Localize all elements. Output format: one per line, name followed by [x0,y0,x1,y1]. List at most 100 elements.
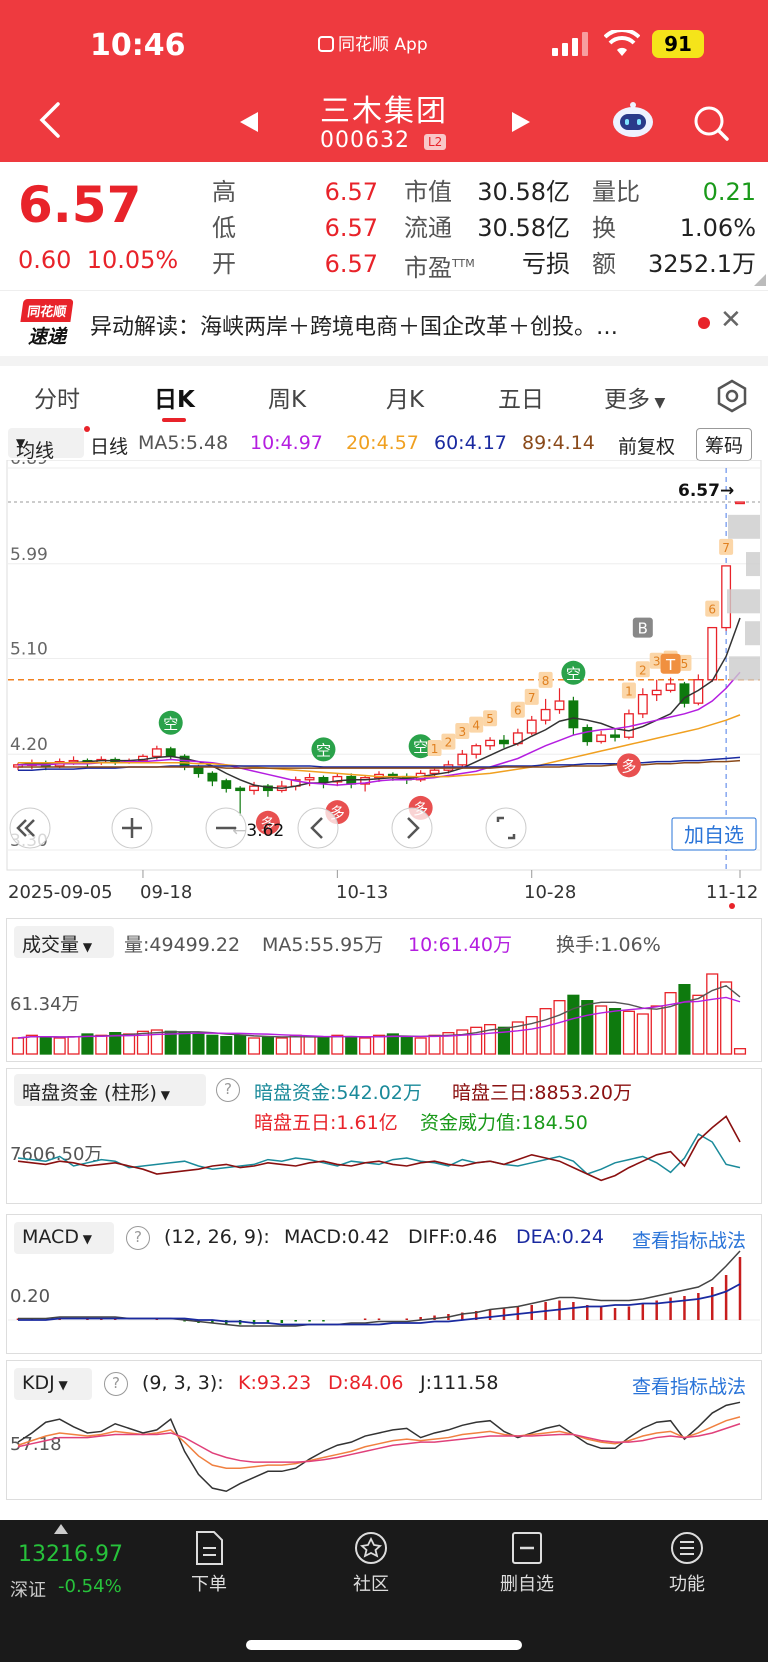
marker-label: 空 [566,665,581,683]
nav-community[interactable]: 社区 [326,1530,416,1596]
expand-corner-icon[interactable] [754,274,766,286]
volume-bar-up [53,1037,66,1055]
volume-bar-down [178,1032,191,1055]
volume-bar-up [650,1005,663,1055]
candle-up [554,700,565,711]
nav-order-label: 下单 [191,1574,227,1595]
kline-markers: 空空空空多多多多123456781234567BT6.57→←3.62 [158,481,760,841]
candle-down [568,700,579,729]
caret-down-icon: ▼ [16,436,26,450]
volume-bar-down [317,1037,330,1055]
float-value: 30.58亿 [477,214,570,242]
news-logo: 同花顺 速递 [20,299,74,348]
tab-five-day[interactable]: 五日 [498,380,544,414]
volume-bar-up [664,992,677,1055]
count-label: 2 [445,736,453,750]
volume-bar-up [289,1034,302,1055]
candle-down [610,734,620,738]
period-label: 日线 [90,436,129,458]
marker-label: 多 [621,757,636,775]
mktcap-value: 30.58亿 [477,178,570,206]
macd-dea-line [18,1283,741,1326]
marker-label: 空 [163,715,178,733]
current-price: 6.57 [18,176,142,234]
x-tick-label: 09-18 [140,882,192,903]
volume-bar-down [400,1036,413,1055]
chips-button[interactable]: 筹码 [696,428,753,461]
count-label: 5 [681,657,689,671]
kdj-selector-label[interactable]: KDJ ▼ [22,1372,68,1394]
search-icon[interactable] [692,104,730,142]
prev-stock-icon[interactable] [238,110,260,134]
scroll-left-button[interactable] [9,807,51,849]
volume-bar-up [733,1048,747,1055]
zoom-in-button[interactable] [111,807,153,849]
nav-remove-watch[interactable]: 删自选 [482,1530,572,1596]
candle-up [526,719,537,734]
zoom-out-button[interactable] [205,807,247,849]
news-text[interactable]: 异动解读：海峡两岸＋跨境电商＋国企改革＋创投。… [90,309,618,341]
volratio-value: 0.21 [702,178,756,206]
turnover-value: 1.06% [679,214,756,242]
volume-ma10: 10:61.40万 [408,934,512,956]
volume-bar-up [692,994,705,1055]
close-icon[interactable]: ✕ [720,305,742,335]
ma5-value: MA5:5.48 [138,432,229,454]
quote-label-col-3: 量比 换 额 [592,174,640,282]
home-indicator [246,1640,522,1650]
caret-down-icon: ▼ [54,1378,68,1392]
index-value[interactable]: 13216.97 [18,1542,123,1567]
macd-strategy-link[interactable]: 查看指标战法 [632,1226,746,1253]
count-label: 4 [472,719,480,733]
volume-bar-down [220,1036,233,1055]
turnover-label: 换 [592,214,616,242]
candle-up [429,769,440,775]
tab-more[interactable]: 更多 ▼ [604,380,665,414]
news-banner[interactable]: 同花顺 速递 异动解读：海峡两岸＋跨境电商＋国企改革＋创投。… ✕ [0,290,768,356]
volume-bar-up [622,1010,635,1055]
count-label: 1 [431,742,439,756]
nav-order[interactable]: 下单 [164,1530,254,1596]
nav-functions[interactable]: 功能 [642,1530,732,1596]
volume-bar-up [95,1034,108,1055]
tab-intraday[interactable]: 分时 [34,380,80,414]
kdj-strategy-link[interactable]: 查看指标战法 [632,1372,746,1399]
l2-badge[interactable]: L2 [424,134,447,150]
help-icon[interactable]: ? [104,1372,128,1396]
candle-up [665,683,676,692]
macd-selector-label[interactable]: MACD ▼ [22,1226,92,1248]
help-icon[interactable]: ? [216,1078,240,1102]
tab-daily-k[interactable]: 日K [154,380,195,414]
app-logo-icon [318,36,334,52]
volume-bar-up [67,1036,80,1055]
add-watchlist-button[interactable]: 加自选 [671,817,757,851]
settings-icon[interactable] [714,378,750,414]
count-label: 3 [458,725,466,739]
float-label: 流通 [404,214,452,242]
quote-label-col-1: 高 低 开 [212,174,236,282]
volume-bar-down [39,1036,52,1055]
fullscreen-button[interactable] [485,807,527,849]
volume-selector-text: 成交量 [22,934,80,956]
volume-bar-down [567,994,580,1055]
step-left-button[interactable] [297,807,339,849]
help-icon[interactable]: ? [126,1226,150,1250]
count-label: 3 [653,655,661,669]
stock-code: 000632 [320,128,410,153]
kline-y-ticks: 6.895.995.104.203.30 [10,460,48,851]
kline-chart[interactable]: 6.895.995.104.203.30 空空空空多多多多12345678123… [0,460,768,910]
adjust-mode[interactable]: 前复权 [618,432,675,459]
quote-value-col-2: 30.58亿 30.58亿 亏损 [470,174,570,282]
count-label: 6 [514,704,522,718]
back-icon[interactable] [36,100,64,140]
tab-monthly-k[interactable]: 月K [386,380,424,414]
step-right-button[interactable] [391,807,433,849]
tab-weekly-k[interactable]: 周K [268,380,306,414]
next-stock-icon[interactable] [510,110,532,134]
community-icon [355,1532,387,1564]
chip-bar [746,552,760,577]
ai-assistant-icon[interactable] [610,100,656,140]
amount-label: 额 [592,250,616,278]
volume-selector-label[interactable]: 成交量 ▼ [22,930,92,957]
volume-turnover: 换手:1.06% [556,934,661,956]
